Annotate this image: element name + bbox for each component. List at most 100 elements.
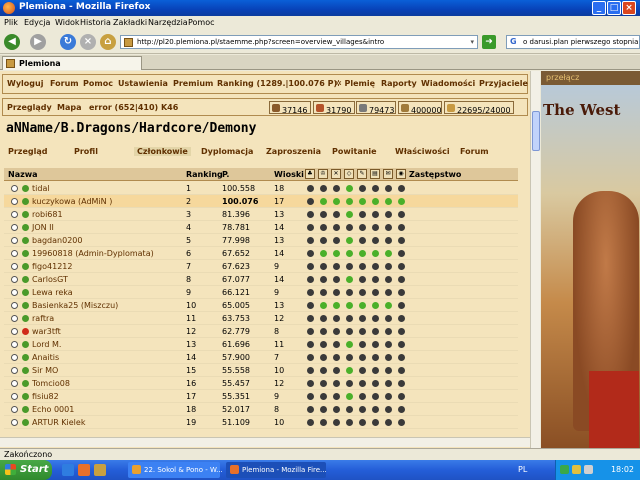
permission-dot-icon[interactable] xyxy=(307,315,314,322)
permission-dot-icon[interactable] xyxy=(372,419,379,426)
table-row[interactable]: Basienka25 (Miszczu) 10 65.005 13 xyxy=(4,299,518,312)
table-row[interactable]: Lewa reka 9 66.121 9 xyxy=(4,286,518,299)
permission-dot-icon[interactable] xyxy=(385,276,392,283)
banner-switch-link[interactable]: przełącz xyxy=(546,73,579,82)
select-radio[interactable] xyxy=(11,367,18,374)
table-row[interactable]: Echo 0001 18 52.017 8 xyxy=(4,403,518,416)
member-name[interactable]: ARTUR Kielek xyxy=(32,418,85,427)
menu-edit[interactable]: Edycja xyxy=(24,18,50,27)
select-radio[interactable] xyxy=(11,406,18,413)
permission-dot-icon[interactable] xyxy=(346,224,353,231)
permission-dot-icon[interactable] xyxy=(307,393,314,400)
permission-dot-icon[interactable] xyxy=(359,367,366,374)
permission-dot-icon[interactable] xyxy=(398,211,405,218)
permission-dot-icon[interactable] xyxy=(320,263,327,270)
permission-dot-icon[interactable] xyxy=(398,224,405,231)
permission-dot-icon[interactable] xyxy=(398,406,405,413)
select-radio[interactable] xyxy=(11,224,18,231)
permission-dot-icon[interactable] xyxy=(320,237,327,244)
menu-settings[interactable]: Ustawienia xyxy=(118,79,168,88)
member-name[interactable]: Basienka25 (Miszczu) xyxy=(32,301,118,310)
tab-diplomacy[interactable]: Dyplomacja xyxy=(201,147,253,156)
tab-properties[interactable]: Właściwości xyxy=(395,147,450,156)
permission-dot-icon[interactable] xyxy=(398,354,405,361)
tab-overview[interactable]: Przegląd xyxy=(8,147,47,156)
permission-dot-icon[interactable] xyxy=(385,211,392,218)
permission-dot-icon[interactable] xyxy=(320,315,327,322)
permission-dot-icon[interactable] xyxy=(398,250,405,257)
permission-dot-icon[interactable] xyxy=(307,250,314,257)
tab-plemiona[interactable]: Plemiona xyxy=(2,56,142,70)
permission-dot-icon[interactable] xyxy=(346,250,353,257)
permission-dot-icon[interactable] xyxy=(307,302,314,309)
permission-dot-icon[interactable] xyxy=(346,341,353,348)
stop-icon[interactable]: × xyxy=(80,34,96,50)
table-row[interactable]: JON II 4 78.781 14 xyxy=(4,221,518,234)
go-button[interactable]: ➜ xyxy=(482,35,496,49)
menu-ranking[interactable]: Ranking (1289.|100.076 P) xyxy=(217,79,337,88)
permission-dot-icon[interactable] xyxy=(307,185,314,192)
permission-dot-icon[interactable] xyxy=(372,367,379,374)
permission-dot-icon[interactable] xyxy=(333,380,340,387)
permission-dot-icon[interactable] xyxy=(398,393,405,400)
member-name[interactable]: tidal xyxy=(32,184,50,193)
menu-messages[interactable]: Wiadomości xyxy=(421,79,475,88)
permission-dot-icon[interactable] xyxy=(372,380,379,387)
permission-dot-icon[interactable] xyxy=(372,250,379,257)
permission-dot-icon[interactable] xyxy=(359,198,366,205)
permission-dot-icon[interactable] xyxy=(398,341,405,348)
window-titlebar[interactable]: Plemiona - Mozilla Firefox _ □ × xyxy=(0,0,640,16)
search-input[interactable]: G o darusi.plan pierwszego stopnia xyxy=(506,35,640,49)
tab-profile[interactable]: Profil xyxy=(74,147,98,156)
forward-icon[interactable]: ▶ xyxy=(30,34,46,50)
menu-history[interactable]: Historia xyxy=(80,18,111,27)
permission-dot-icon[interactable] xyxy=(359,276,366,283)
permission-dot-icon[interactable] xyxy=(346,302,353,309)
select-radio[interactable] xyxy=(11,185,18,192)
permission-dot-icon[interactable] xyxy=(333,419,340,426)
permission-dot-icon[interactable] xyxy=(346,263,353,270)
permission-dot-icon[interactable] xyxy=(359,328,366,335)
permission-dot-icon[interactable] xyxy=(372,276,379,283)
permission-dot-icon[interactable] xyxy=(385,354,392,361)
permission-dot-icon[interactable] xyxy=(307,406,314,413)
permission-dot-icon[interactable] xyxy=(359,263,366,270)
permission-dot-icon[interactable] xyxy=(346,198,353,205)
permission-dot-icon[interactable] xyxy=(333,185,340,192)
permission-dot-icon[interactable] xyxy=(372,185,379,192)
permission-dot-icon[interactable] xyxy=(359,224,366,231)
menu-tribe[interactable]: ✲ Plemię xyxy=(335,79,375,88)
language-indicator[interactable]: PL xyxy=(518,465,527,474)
menu-help[interactable]: Pomoc xyxy=(188,18,215,27)
permission-dot-icon[interactable] xyxy=(385,250,392,257)
permission-dot-icon[interactable] xyxy=(359,237,366,244)
tab-members[interactable]: Członkowie xyxy=(134,147,191,156)
tab-forum[interactable]: Forum xyxy=(460,147,489,156)
table-row[interactable]: fisiu82 17 55.351 9 xyxy=(4,390,518,403)
permission-dot-icon[interactable] xyxy=(385,419,392,426)
permission-dot-icon[interactable] xyxy=(307,354,314,361)
member-name[interactable]: Lord M. xyxy=(32,340,61,349)
member-name[interactable]: JON II xyxy=(32,223,54,232)
permission-dot-icon[interactable] xyxy=(333,367,340,374)
address-dropdown-icon[interactable]: ▾ xyxy=(470,38,474,46)
table-row[interactable]: Anaitis 14 57.900 7 xyxy=(4,351,518,364)
permission-dot-icon[interactable] xyxy=(320,250,327,257)
select-radio[interactable] xyxy=(11,328,18,335)
member-name[interactable]: war3tft xyxy=(32,327,61,336)
firefox-quicklaunch-icon[interactable] xyxy=(78,464,90,476)
table-row[interactable]: war3tft 12 62.779 8 xyxy=(4,325,518,338)
permission-dot-icon[interactable] xyxy=(385,198,392,205)
close-button[interactable]: × xyxy=(622,1,636,15)
permission-dot-icon[interactable] xyxy=(385,406,392,413)
permission-dot-icon[interactable] xyxy=(346,185,353,192)
table-row[interactable]: 19960818 (Admin-Dyplomata) 6 67.652 14 xyxy=(4,247,518,260)
address-bar[interactable]: http://pl20.plemiona.pl/staemme.php?scre… xyxy=(120,35,478,49)
permission-dot-icon[interactable] xyxy=(307,341,314,348)
permission-dot-icon[interactable] xyxy=(307,224,314,231)
permission-dot-icon[interactable] xyxy=(346,289,353,296)
permission-dot-icon[interactable] xyxy=(320,198,327,205)
permission-dot-icon[interactable] xyxy=(346,328,353,335)
select-radio[interactable] xyxy=(11,198,18,205)
folder-icon[interactable] xyxy=(94,464,106,476)
